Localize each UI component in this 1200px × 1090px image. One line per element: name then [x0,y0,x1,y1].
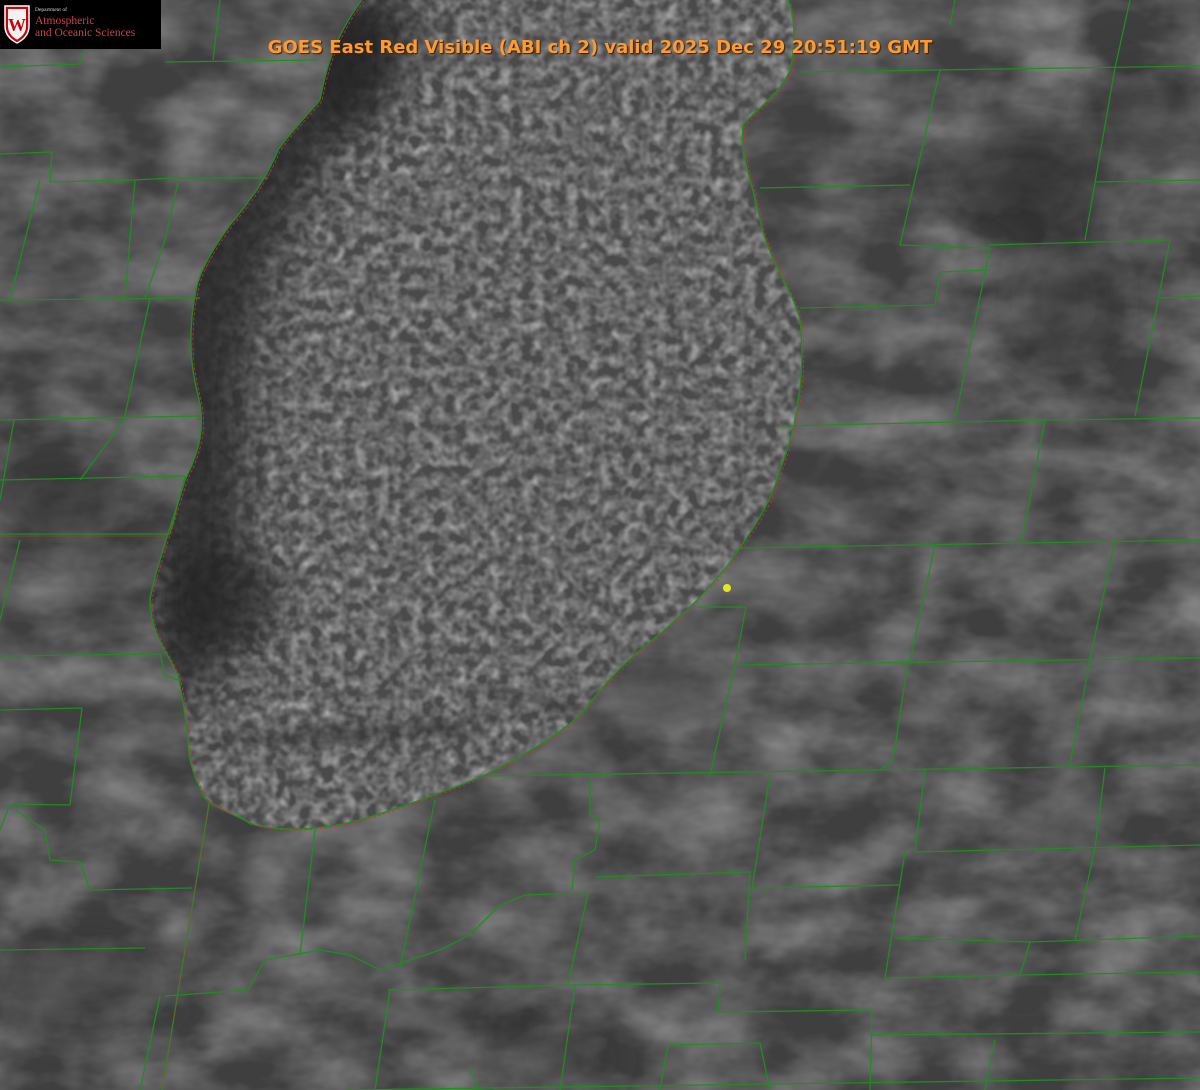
logo-department-text: Department of [35,7,67,13]
image-title: GOES East Red Visible (ABI ch 2) valid 2… [267,37,933,58]
satellite-image-viewer: W Department of Atmospheric and Oceanic … [0,0,1200,1090]
location-marker [723,584,731,592]
satellite-map [0,0,1200,1090]
logo-line1: Atmospheric [35,15,95,27]
shield-letter: W [8,15,26,35]
